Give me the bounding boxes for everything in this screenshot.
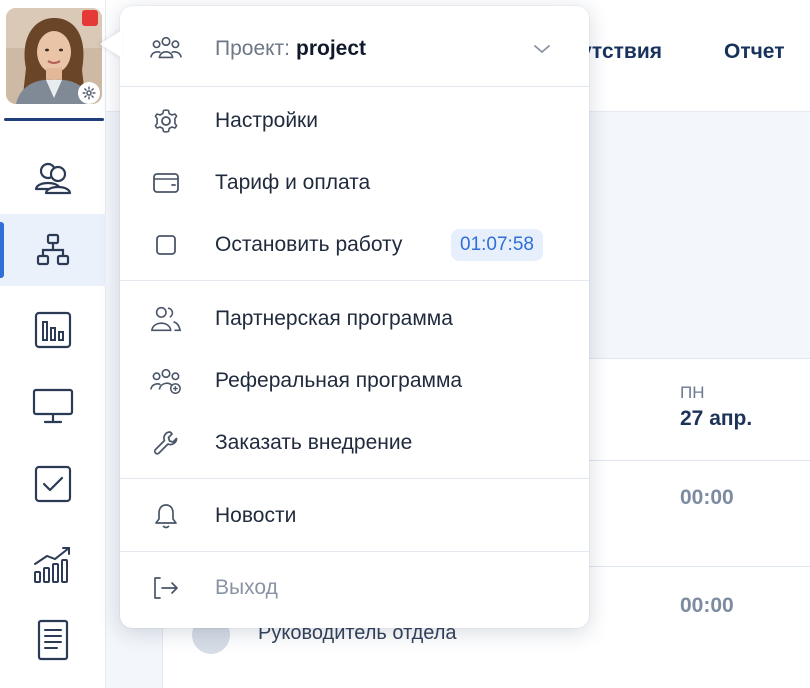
column-date: 27 апр.	[680, 407, 753, 430]
notification-indicator	[82, 10, 98, 26]
wallet-icon	[150, 167, 182, 199]
menu-item-stop-work[interactable]: Остановить работу 01:07:58	[120, 214, 589, 276]
sidebar-item-monitoring[interactable]	[0, 370, 106, 442]
menu-item-news[interactable]: Новости	[120, 485, 589, 547]
menu-item-logout[interactable]: Выход	[120, 557, 589, 619]
menu-divider	[120, 280, 589, 281]
team-icon	[150, 33, 182, 65]
bar-chart-icon	[34, 311, 72, 349]
project-name: project	[296, 37, 367, 60]
logout-icon	[150, 572, 182, 604]
sidebar-item-analytics[interactable]	[0, 528, 106, 600]
menu-item-order-implementation[interactable]: Заказать внедрение	[120, 412, 589, 474]
gear-icon[interactable]	[78, 82, 100, 104]
menu-item-label: Остановить работу	[215, 233, 403, 256]
monitor-icon	[32, 388, 74, 424]
menu-item-label: Выход	[215, 576, 278, 599]
project-selector[interactable]: Проект: project	[120, 18, 589, 80]
menu-divider	[120, 551, 589, 552]
chevron-down-icon[interactable]	[532, 43, 552, 55]
menu-divider	[120, 478, 589, 479]
document-icon	[37, 619, 69, 661]
menu-item-label: Настройки	[215, 109, 318, 132]
checkbox-icon	[34, 465, 72, 503]
project-prefix: Проект:	[215, 37, 291, 60]
sidebar-item-users[interactable]	[0, 142, 106, 214]
user-dropdown-menu: Проект:project Настройки Тариф и оплата	[120, 6, 589, 628]
avatar-active-underline	[4, 118, 104, 121]
partners-icon	[150, 303, 182, 335]
menu-item-billing[interactable]: Тариф и оплата	[120, 152, 589, 214]
wrench-icon	[150, 427, 182, 459]
menu-item-label: Тариф и оплата	[215, 171, 371, 194]
sidebar-item-reports[interactable]	[0, 294, 106, 366]
time-cell[interactable]: 00:00	[680, 486, 734, 510]
tab-absence[interactable]: утствия	[580, 40, 662, 64]
sidebar-item-tasks[interactable]	[0, 448, 106, 520]
sidebar-item-documents[interactable]	[0, 604, 106, 676]
stop-icon	[150, 229, 182, 261]
bell-icon	[150, 500, 182, 532]
sidebar-item-structure[interactable]	[0, 214, 106, 286]
menu-item-partner-program[interactable]: Партнерская программа	[120, 288, 589, 350]
menu-item-settings[interactable]: Настройки	[120, 90, 589, 152]
menu-item-label: Новости	[215, 504, 297, 527]
time-cell[interactable]: 00:00	[680, 594, 734, 618]
project-label: Проект: project	[215, 37, 366, 61]
menu-item-label: Заказать внедрение	[215, 431, 413, 454]
work-timer-badge: 01:07:58	[451, 229, 543, 261]
growth-chart-icon	[34, 547, 70, 583]
sidebar	[0, 0, 106, 688]
users-icon	[34, 162, 72, 195]
tab-report[interactable]: Отчет	[724, 40, 785, 64]
menu-item-label: Партнерская программа	[215, 307, 453, 330]
org-structure-icon	[36, 233, 70, 266]
menu-item-label: Реферальная программа	[215, 369, 463, 392]
column-day-name: ПН	[680, 383, 705, 402]
settings-icon	[150, 105, 182, 137]
menu-divider	[120, 86, 589, 87]
referral-icon	[150, 365, 182, 397]
menu-item-referral-program[interactable]: Реферальная программа	[120, 350, 589, 412]
menu-pointer	[100, 30, 122, 58]
